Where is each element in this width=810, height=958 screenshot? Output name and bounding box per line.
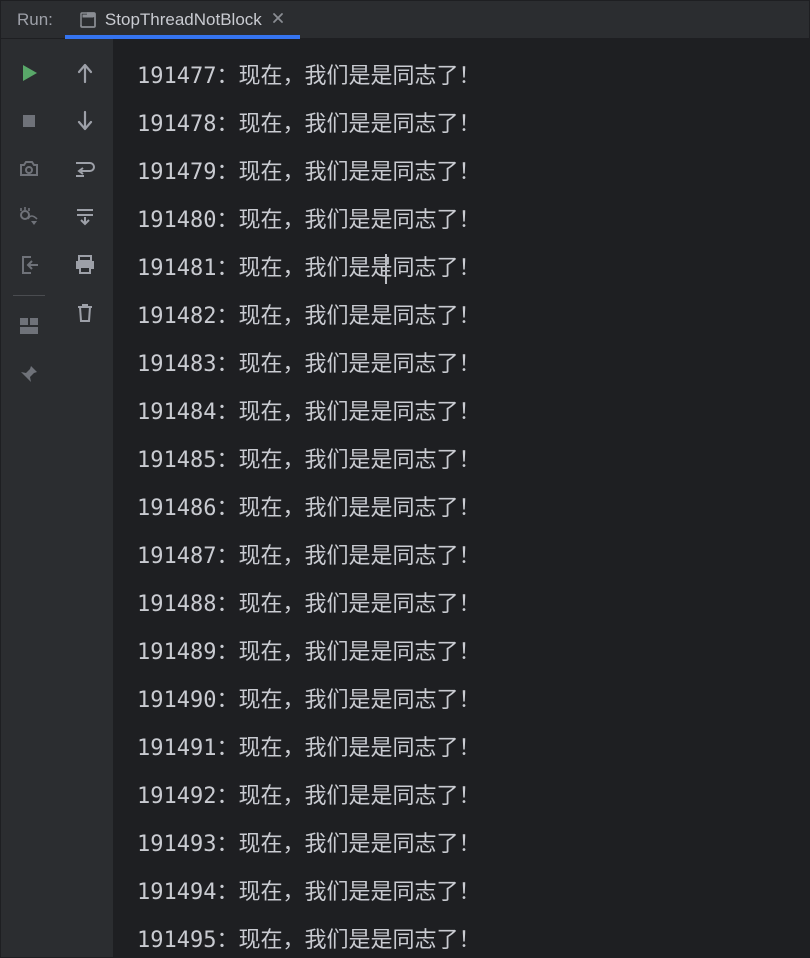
left-toolbar [1, 39, 57, 957]
console-line[interactable]: 191491：现在，我们是是同志了！ [137, 725, 809, 773]
console-line[interactable]: 191490：现在，我们是是同志了！ [137, 677, 809, 725]
close-icon[interactable] [270, 11, 286, 29]
body: 191477：现在，我们是是同志了！191478：现在，我们是是同志了！1914… [1, 39, 809, 957]
debug-rerun-icon[interactable] [9, 197, 49, 237]
console-toolbar [57, 39, 113, 957]
arrow-down-icon[interactable] [65, 101, 105, 141]
console-line[interactable]: 191484：现在，我们是是同志了！ [137, 389, 809, 437]
application-icon [79, 11, 97, 29]
console-line[interactable]: 191483：现在，我们是是同志了！ [137, 341, 809, 389]
console-line[interactable]: 191486：现在，我们是是同志了！ [137, 485, 809, 533]
console-line[interactable]: 191492：现在，我们是是同志了！ [137, 773, 809, 821]
text-caret [385, 254, 387, 284]
print-icon[interactable] [65, 245, 105, 285]
layout-icon[interactable] [9, 306, 49, 346]
console-line[interactable]: 191487：现在，我们是是同志了！ [137, 533, 809, 581]
arrow-up-icon[interactable] [65, 53, 105, 93]
titlebar: Run: StopThreadNotBlock [1, 1, 809, 39]
toolbar-divider [13, 295, 45, 296]
pin-icon[interactable] [9, 354, 49, 394]
console-line[interactable]: 191482：现在，我们是是同志了！ [137, 293, 809, 341]
stop-icon[interactable] [9, 101, 49, 141]
console-line[interactable]: 191479：现在，我们是是同志了！ [137, 149, 809, 197]
camera-icon[interactable] [9, 149, 49, 189]
console-line[interactable]: 191493：现在，我们是是同志了！ [137, 821, 809, 869]
run-tab-label: StopThreadNotBlock [105, 10, 262, 30]
soft-wrap-icon[interactable] [65, 149, 105, 189]
console-output[interactable]: 191477：现在，我们是是同志了！191478：现在，我们是是同志了！1914… [113, 39, 809, 957]
console-line[interactable]: 191477：现在，我们是是同志了！ [137, 53, 809, 101]
scroll-to-end-icon[interactable] [65, 197, 105, 237]
console-line[interactable]: 191481：现在，我们是是同志了！ [137, 245, 809, 293]
run-icon[interactable] [9, 53, 49, 93]
console-line[interactable]: 191480：现在，我们是是同志了！ [137, 197, 809, 245]
console-line[interactable]: 191488：现在，我们是是同志了！ [137, 581, 809, 629]
trash-icon[interactable] [65, 293, 105, 333]
run-tool-window: Run: StopThreadNotBlock [0, 0, 810, 958]
console-line[interactable]: 191478：现在，我们是是同志了！ [137, 101, 809, 149]
console-line[interactable]: 191485：现在，我们是是同志了！ [137, 437, 809, 485]
exit-icon[interactable] [9, 245, 49, 285]
console-line[interactable]: 191489：现在，我们是是同志了！ [137, 629, 809, 677]
console-line[interactable]: 191494：现在，我们是是同志了！ [137, 869, 809, 917]
run-tab[interactable]: StopThreadNotBlock [67, 1, 298, 38]
console-line[interactable]: 191495：现在，我们是是同志了！ [137, 917, 809, 957]
panel-label: Run: [1, 1, 67, 38]
